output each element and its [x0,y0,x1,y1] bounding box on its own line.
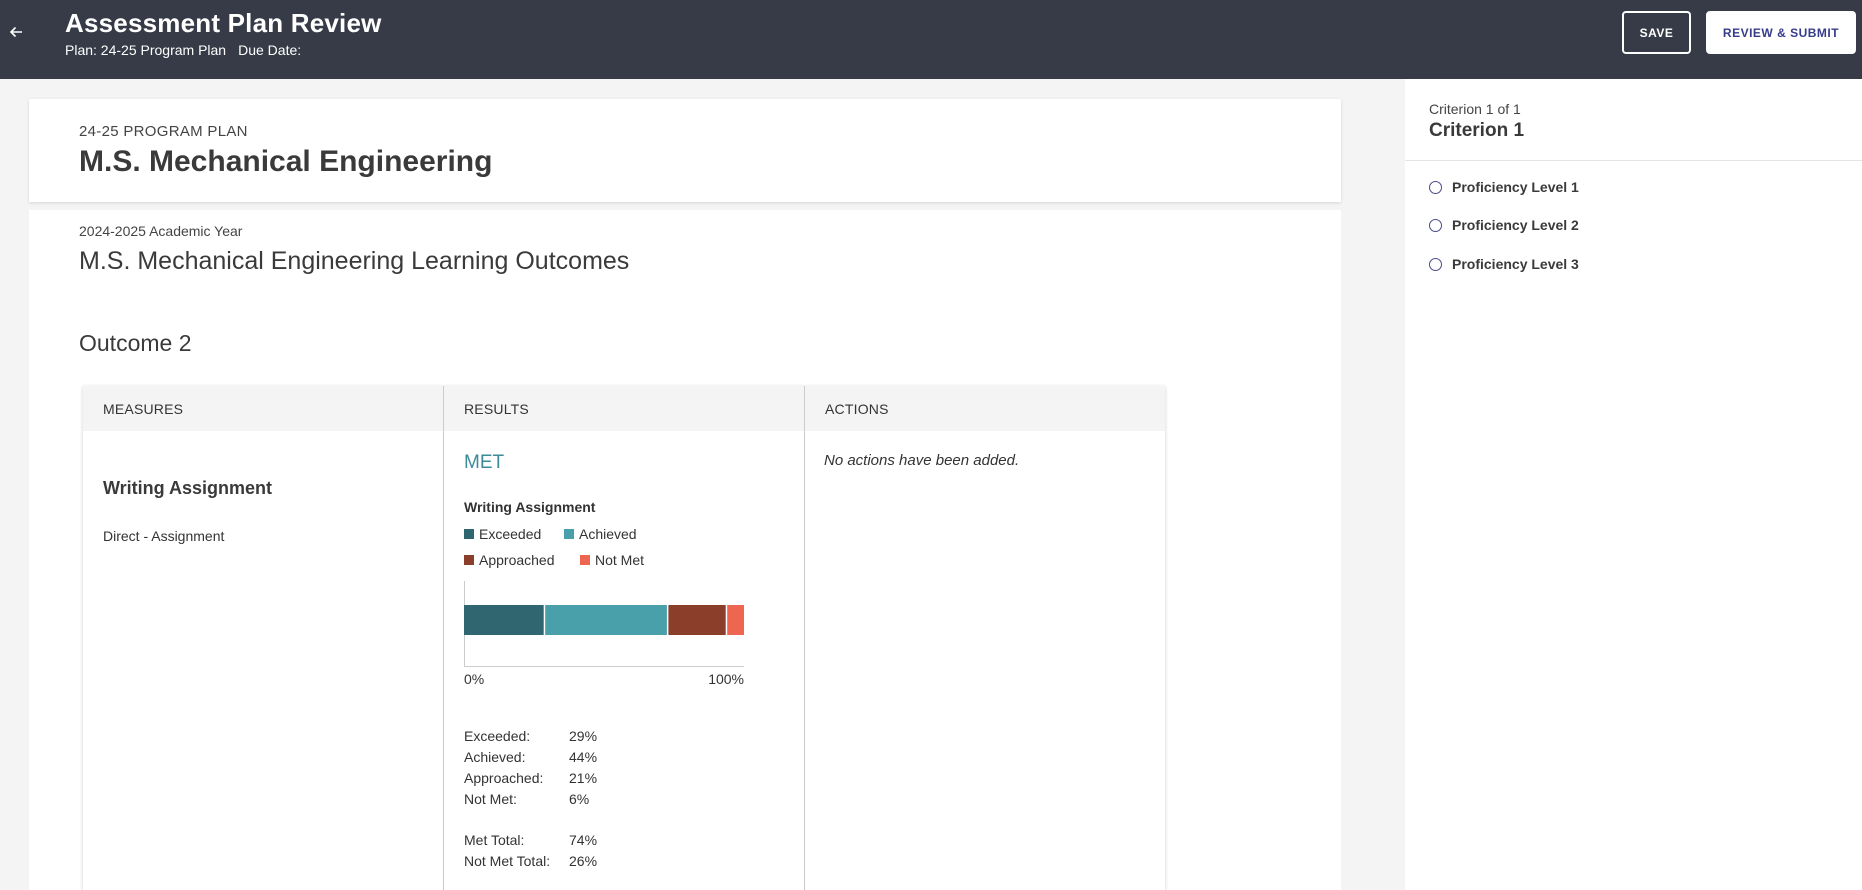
legend-label: Approached [479,552,555,568]
bar-segment-approached [668,605,726,635]
measure-name: Writing Assignment [103,478,273,498]
header-measures: MEASURES [83,386,443,431]
stat-row: Achieved: 44% [464,749,597,770]
legend-not-met: Not Met [580,552,644,568]
learning-outcomes-title: M.S. Mechanical Engineering Learning Out… [79,247,630,275]
stat-label: Exceeded: [464,728,531,744]
stat-total-row: Met Total: 74% [464,832,597,853]
plan-name: Plan: 24-25 Program Plan [65,42,227,58]
proficiency-level-2[interactable]: Proficiency Level 2 [1429,217,1579,233]
criterion-title: Criterion 1 [1429,120,1525,141]
results-stats: Exceeded: 29% Achieved: 44% Approached: 21%… [464,728,597,874]
proficiency-level-label: Proficiency Level 2 [1452,217,1579,233]
x-tick-label: 0% [464,671,484,685]
due-date: Due Date: [238,42,302,58]
proficiency-level-label: Proficiency Level 1 [1452,179,1579,195]
program-name: M.S. Mechanical Engineering [79,145,493,178]
results-bar-chart: 0% 100% [464,581,744,685]
stat-label: Achieved: [464,749,526,765]
plan-info: Plan: 24-25 Program Plan Due Date: [65,42,313,58]
plan-card: 24-25 PROGRAM PLAN M.S. Mechanical Engin… [29,99,1341,202]
proficiency-level-label: Proficiency Level 3 [1452,256,1579,272]
proficiency-level-1[interactable]: Proficiency Level 1 [1429,179,1579,195]
page-title: Assessment Plan Review [65,8,382,38]
radio-button[interactable] [1429,218,1442,232]
review-submit-button[interactable]: REVIEW & SUBMIT [1706,11,1856,54]
no-actions-text: No actions have been added. [824,452,1020,469]
legend-label: Achieved [579,526,637,542]
bar-segment-not-met [727,605,744,635]
outcomes-section: 2024-2025 Academic Year M.S. Mechanical … [29,210,1341,890]
outcome-table: MEASURES RESULTS ACTIONS Writing Assignm… [83,386,1165,890]
legend-swatch [464,555,474,565]
measure-type: Direct - Assignment [103,528,225,544]
bar-segment-achieved [545,605,667,635]
stat-label: Not Met: [464,791,517,807]
criterion-panel: Criterion 1 of 1 Criterion 1 Proficiency… [1405,79,1862,890]
chart-title: Writing Assignment [464,499,596,515]
column-divider [804,386,805,890]
x-tick-label: 100% [708,671,744,685]
arrow-left-icon [9,26,22,38]
stat-row: Approached: 21% [464,770,597,791]
academic-year: 2024-2025 Academic Year [79,223,243,239]
stat-value: 44% [569,749,598,765]
header-results: RESULTS [444,386,804,431]
stat-value: 21% [569,770,598,786]
stat-value: 6% [569,791,590,807]
result-status: MET [464,452,505,473]
legend-label: Not Met [595,552,645,568]
legend-swatch [464,529,474,539]
stat-label: Met Total: [464,832,525,848]
legend-exceeded: Exceeded [464,526,541,542]
stat-label: Approached: [464,770,544,786]
save-button[interactable]: SAVE [1622,11,1691,54]
column-divider [443,386,444,890]
legend-label: Exceeded [479,526,542,542]
stat-value: 74% [569,832,598,848]
proficiency-level-3[interactable]: Proficiency Level 3 [1429,256,1579,272]
legend-swatch [580,555,590,565]
stat-row: Not Met: 6% [464,791,597,812]
divider [1405,160,1862,161]
criterion-count: Criterion 1 of 1 [1429,101,1521,117]
stat-label: Not Met Total: [464,853,551,869]
outcome-heading: Outcome 2 [79,330,192,356]
back-button[interactable] [6,22,26,42]
bar-segment-exceeded [464,605,544,635]
plan-label: 24-25 PROGRAM PLAN [79,123,248,140]
stat-row: Exceeded: 29% [464,728,597,749]
radio-button[interactable] [1429,257,1442,271]
stat-value: 29% [569,728,598,744]
legend-approached: Approached [464,552,555,568]
stat-value: 26% [569,853,598,869]
stat-total-row: Not Met Total: 26% [464,853,597,874]
header-actions: ACTIONS [805,386,1165,431]
legend-swatch [564,529,574,539]
top-bar: Assessment Plan Review Plan: 24-25 Progr… [0,0,1862,79]
radio-button[interactable] [1429,180,1442,194]
legend-achieved: Achieved [564,526,637,542]
